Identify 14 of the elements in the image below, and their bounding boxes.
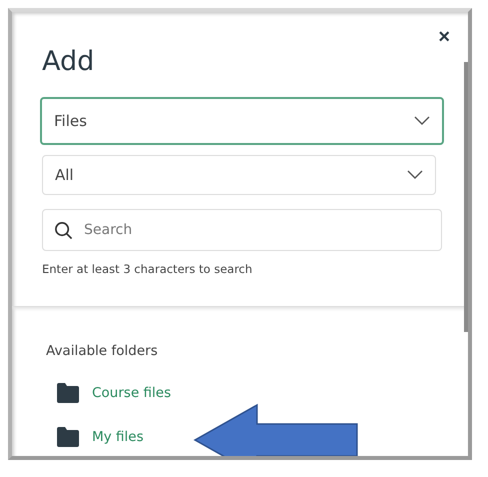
dialog-title: Add xyxy=(42,46,94,77)
search-hint: Enter at least 3 characters to search xyxy=(42,262,254,276)
scrollbar[interactable] xyxy=(464,62,468,332)
chevron-down-icon xyxy=(407,170,423,180)
search-field[interactable]: Search xyxy=(42,209,442,251)
close-button[interactable]: × xyxy=(438,26,450,49)
dropdown[interactable]: All xyxy=(42,155,436,195)
folder-link[interactable]: My files xyxy=(92,429,144,445)
folder-icon xyxy=(56,382,80,404)
folder-link[interactable]: Course files xyxy=(92,385,172,401)
chevron-down-icon xyxy=(414,116,430,126)
folder-icon xyxy=(56,426,80,448)
dropdown[interactable]: Files xyxy=(40,97,444,145)
folders-heading: Available folders xyxy=(46,343,159,359)
